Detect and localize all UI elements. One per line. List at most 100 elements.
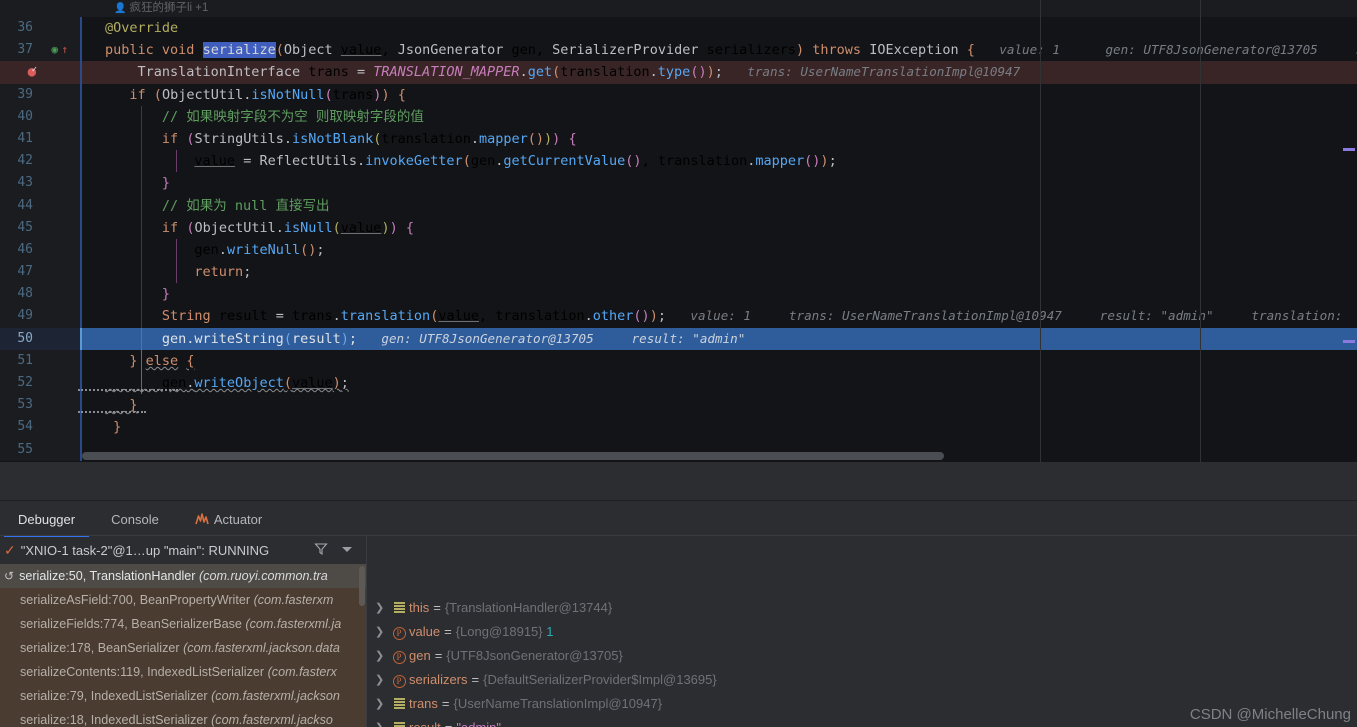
variable-value: 1 [546, 624, 554, 639]
changed-lines-marker [80, 327, 82, 350]
line-number: 42 [17, 153, 33, 169]
line-number: 40 [17, 108, 33, 124]
code-line-54[interactable]: 54 } [0, 416, 1357, 439]
frame-list-item[interactable]: serializeFields:774, BeanSerializerBase … [0, 612, 366, 636]
frame-list-item[interactable]: serializeContents:119, IndexedListSerial… [0, 660, 366, 684]
changed-lines-marker [80, 216, 82, 239]
gutter-52[interactable]: 52 [0, 372, 80, 395]
frame-method: serializeContents:119, IndexedListSerial… [20, 665, 265, 679]
thread-selector[interactable]: ✓ "XNIO-1 task-2"@1…up "main": RUNNING [0, 536, 366, 564]
code-line-38[interactable]: ● ✓ TranslationInterface trans = TRANSLA… [0, 61, 1357, 84]
code-line-48[interactable]: 48 } [0, 283, 1357, 306]
variables-tree[interactable]: ❯ this = {TranslationHandler@13744} ❯ P va… [367, 536, 1357, 727]
variable-value: "admin" [456, 716, 501, 727]
chevron-down-icon[interactable] [342, 547, 352, 552]
code-line-49[interactable]: 49 String result = trans.translation(val… [0, 305, 1357, 328]
code-line-47[interactable]: 47 return; [0, 261, 1357, 284]
code-line-52[interactable]: 52 gen.writeObject(value); [0, 372, 1357, 395]
code-line-51[interactable]: 51 } else { [0, 349, 1357, 372]
check-icon: ✓ [4, 541, 16, 558]
code-line-50[interactable]: 50 gen.writeString(result); gen: UTF8Jso… [0, 327, 1357, 350]
variable-row-trans[interactable]: ❯ trans = {UserNameTranslationImpl@10947} [367, 692, 1357, 716]
gutter-42[interactable]: 42 [0, 150, 80, 173]
frames-scrollbar[interactable] [359, 566, 365, 606]
tab-debugger[interactable]: Debugger [0, 506, 93, 537]
frame-list-item[interactable]: serializeAsField:700, BeanPropertyWriter… [0, 588, 366, 612]
override-arrow-icon[interactable]: ↑ [61, 41, 68, 59]
tab-debugger-label: Debugger [18, 512, 76, 527]
frame-package: (com.fasterxml.ja [245, 617, 342, 631]
person-icon: 👤 [114, 3, 127, 14]
frame-list-item[interactable]: serialize:18, IndexedListSerializer (com… [0, 708, 366, 727]
code-line-53[interactable]: 53 } [0, 394, 1357, 417]
gutter-49[interactable]: 49 [0, 305, 80, 328]
variable-ref: {TranslationHandler@13744} [444, 600, 613, 615]
line-number: 44 [17, 197, 33, 213]
code-text-45: if (ObjectUtil.isNull(value)) { [161, 219, 414, 236]
code-line-40[interactable]: 40 // 如果映射字段不为空 则取映射字段的值 [0, 105, 1357, 128]
code-line-41[interactable]: 41 if (StringUtils.isNotBlank(translatio… [0, 127, 1357, 151]
changed-lines-marker [80, 150, 82, 173]
code-line-45[interactable]: 45 if (ObjectUtil.isNull(value)) { [0, 216, 1357, 239]
code-editor[interactable]: 👤 疯狂的狮子li +1 36 @Override 37 ◉ ↑ public v… [0, 0, 1357, 462]
changed-lines-marker [80, 61, 82, 84]
gutter-41[interactable]: 41 [0, 127, 80, 151]
chevron-right-icon[interactable]: ❯ [375, 620, 389, 644]
variable-row-value[interactable]: ❯ P value = {Long@18915} 1 [367, 620, 1357, 644]
gutter-43[interactable]: 43 [0, 172, 80, 195]
chevron-right-icon[interactable]: ❯ [375, 668, 389, 692]
code-line-46[interactable]: 46 gen.writeNull(); [0, 238, 1357, 262]
gutter-44[interactable]: 44 [0, 194, 80, 217]
actuator-icon [195, 507, 209, 535]
changed-lines-marker [80, 105, 82, 128]
filter-icon[interactable] [314, 542, 328, 561]
gutter-38[interactable]: ● ✓ [0, 61, 80, 84]
code-line-44[interactable]: 44 // 如果为 null 直接写出 [0, 194, 1357, 217]
gutter-40[interactable]: 40 [0, 105, 80, 128]
line-number: 52 [17, 375, 33, 390]
chevron-right-icon[interactable]: ❯ [375, 596, 389, 620]
frame-list-item[interactable]: serialize:178, BeanSerializer (com.faste… [0, 636, 366, 660]
gutter-51[interactable]: 51 [0, 349, 80, 372]
line-number: 45 [17, 219, 33, 235]
variable-row-serializers[interactable]: ❯ P serializers = {DefaultSerializerProvid… [367, 668, 1357, 692]
code-line-39[interactable]: 39 if (ObjectUtil.isNotNull(trans)) { [0, 83, 1357, 106]
chevron-right-icon[interactable]: ❯ [375, 716, 389, 727]
code-line-37[interactable]: 37 ◉ ↑ public void serialize(Object valu… [0, 39, 1357, 62]
gutter-45[interactable]: 45 [0, 216, 80, 239]
gutter-47[interactable]: 47 [0, 261, 80, 284]
gutter-48[interactable]: 48 [0, 283, 80, 306]
gutter-54[interactable]: 54 [0, 416, 80, 439]
frame-list-item[interactable]: ↺ serialize:50, TranslationHandler (com.r… [0, 564, 366, 588]
code-line-43[interactable]: 43 } [0, 172, 1357, 195]
editor-horizontal-scrollbar[interactable] [82, 452, 944, 460]
frames-list[interactable]: ↺ serialize:50, TranslationHandler (com.r… [0, 564, 366, 727]
tab-console[interactable]: Console [93, 506, 177, 534]
tab-actuator[interactable]: Actuator [177, 506, 280, 534]
changed-lines-marker [80, 261, 82, 284]
scrollbar-marker[interactable] [1343, 340, 1355, 343]
variable-row-this[interactable]: ❯ this = {TranslationHandler@13744} [367, 596, 1357, 620]
override-method-icon[interactable]: ◉ [51, 41, 58, 59]
chevron-right-icon[interactable]: ❯ [375, 644, 389, 668]
gutter-36[interactable]: 36 [0, 17, 80, 40]
variable-row-gen[interactable]: ❯ P gen = {UTF8JsonGenerator@13705} [367, 644, 1357, 668]
gutter-50[interactable]: 50 [0, 327, 80, 350]
code-line-36[interactable]: 36 @Override [0, 17, 1357, 40]
gutter-53[interactable]: 53 [0, 394, 80, 417]
frame-package: (com.fasterxml.jackson [211, 689, 340, 703]
ide-window: 👤 疯狂的狮子li +1 36 @Override 37 ◉ ↑ public v… [0, 0, 1357, 727]
gutter-39[interactable]: 39 [0, 83, 80, 106]
scrollbar-marker[interactable] [1343, 148, 1355, 151]
changed-lines-marker [80, 238, 82, 262]
code-line-42[interactable]: 42 value = ReflectUtils.invokeGetter(gen… [0, 150, 1357, 173]
gutter-46[interactable]: 46 [0, 238, 80, 262]
variable-name: this [409, 600, 430, 615]
changed-lines-marker [80, 127, 82, 151]
variable-row-result[interactable]: ❯ result="admin" [367, 716, 1357, 727]
gutter-37[interactable]: 37 ◉ ↑ [0, 39, 80, 62]
chevron-right-icon[interactable]: ❯ [375, 692, 389, 716]
gutter-55[interactable]: 55 [0, 438, 80, 461]
frame-list-item[interactable]: serialize:79, IndexedListSerializer (com… [0, 684, 366, 708]
variable-ref: {UTF8JsonGenerator@13705} [446, 648, 623, 663]
